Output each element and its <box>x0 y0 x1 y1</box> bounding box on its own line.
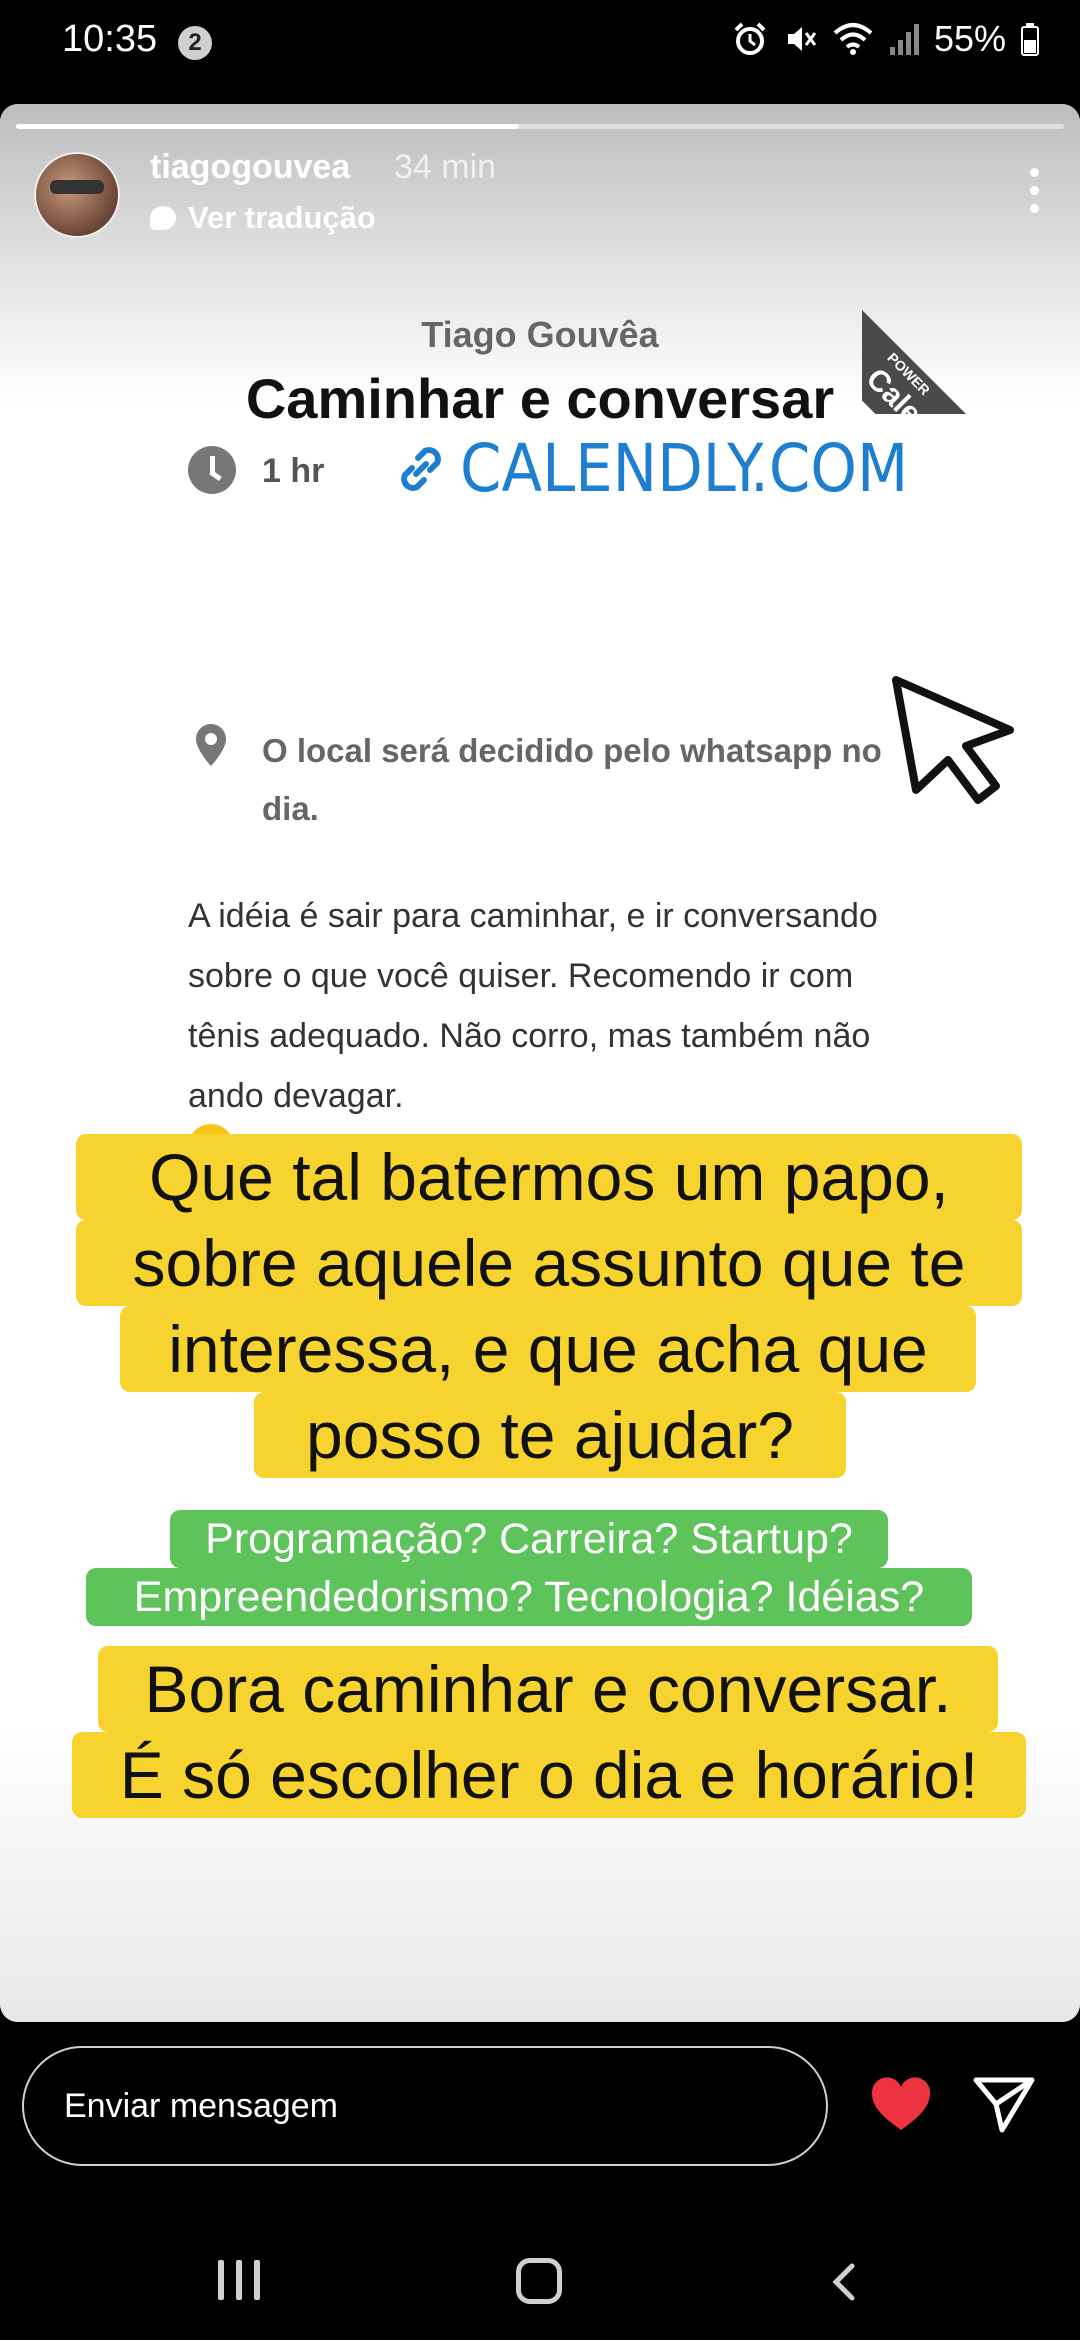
signal-icon <box>889 24 919 55</box>
mute-icon <box>787 27 817 51</box>
caption-line: interessa, e que acha que <box>120 1306 976 1392</box>
send-icon[interactable] <box>972 2074 1036 2134</box>
translate-label: Ver tradução <box>188 200 376 235</box>
calendly-link-sticker[interactable]: CALENDLY.COM <box>392 430 908 507</box>
event-title: Caminhar e conversar <box>245 367 835 430</box>
cta-line: Bora caminhar e conversar. <box>98 1646 998 1732</box>
cursor-icon <box>892 676 1014 804</box>
home-button[interactable] <box>516 2258 562 2304</box>
avatar-glasses <box>50 180 104 194</box>
alarm-icon <box>734 22 766 55</box>
recent-apps-button[interactable] <box>216 2260 262 2300</box>
story-time-ago: 34 min <box>394 148 497 186</box>
topics-line: Empreendedorismo? Tecnologia? Idéias? <box>86 1568 972 1626</box>
notification-count-badge: 2 <box>178 26 212 60</box>
topics-line: Programação? Carreira? Startup? <box>170 1510 888 1568</box>
back-button[interactable] <box>828 2262 858 2302</box>
battery-percent: 55% <box>933 18 1006 59</box>
story-username[interactable]: tiagogouvea <box>150 148 350 187</box>
battery-icon <box>1021 23 1039 56</box>
send-message-input[interactable]: Enviar mensagem <box>22 2046 828 2166</box>
caption-line: Que tal batermos um papo, <box>76 1134 1022 1220</box>
clock-icon <box>188 446 236 494</box>
more-options-icon[interactable] <box>1030 168 1040 222</box>
wifi-icon <box>833 23 873 55</box>
status-bar: 10:35 2 55% <box>0 0 1080 90</box>
story-progress-bar <box>16 124 1064 129</box>
caption-line: sobre aquele assunto que te <box>76 1220 1022 1306</box>
system-navigation-bar <box>0 2214 1080 2340</box>
heart-icon[interactable] <box>870 2076 932 2132</box>
event-duration: 1 hr <box>262 452 325 490</box>
event-location: O local será decidido pelo whatsapp no d… <box>262 732 882 827</box>
status-icons: 55% <box>732 18 1040 60</box>
event-owner: Tiago Gouvêa <box>421 314 659 355</box>
status-time: 10:35 <box>62 18 158 60</box>
avatar[interactable] <box>34 152 120 238</box>
link-icon <box>401 446 441 491</box>
caption-line: posso te ajudar? <box>254 1392 846 1478</box>
story-view[interactable]: tiagogouvea 34 min Ver tradução POWER Ca… <box>0 104 1080 2022</box>
story-progress-fill <box>16 124 520 129</box>
translate-link[interactable]: Ver tradução <box>150 200 376 236</box>
event-description: A idéia é sair para caminhar, e ir conve… <box>188 897 878 1115</box>
link-text: CALENDLY.COM <box>460 430 909 507</box>
location-pin-icon <box>196 724 226 766</box>
cta-line: É só escolher o dia e horário! <box>72 1732 1026 1818</box>
translate-icon <box>150 206 176 230</box>
